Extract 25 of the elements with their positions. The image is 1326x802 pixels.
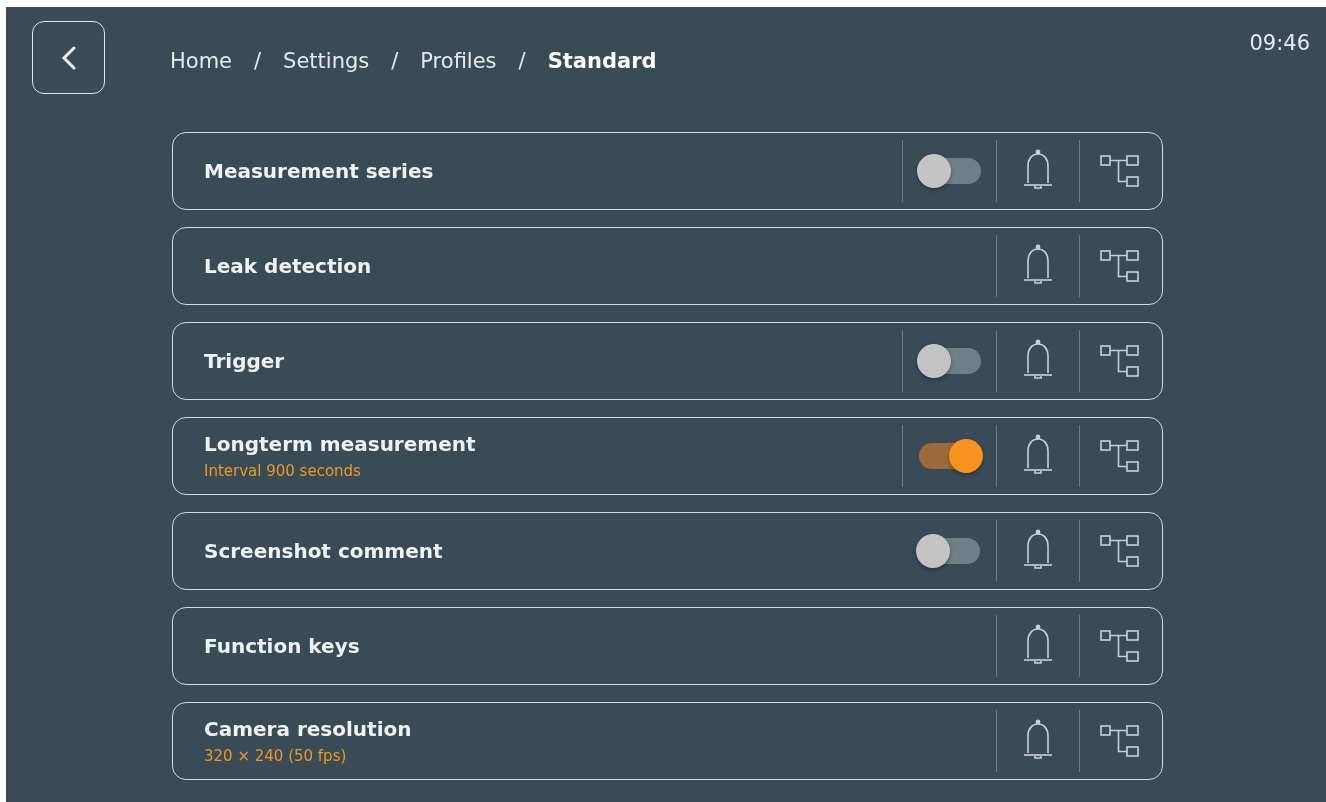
settings-row[interactable]: Trigger	[172, 322, 1163, 400]
settings-row[interactable]: Function keys	[172, 607, 1163, 685]
row-title: Longterm measurement	[204, 432, 477, 456]
settings-row[interactable]: Longterm measurement Interval 900 seconds	[172, 417, 1163, 495]
settings-row[interactable]: Measurement series	[172, 132, 1163, 210]
settings-row[interactable]: Screenshot comment	[172, 512, 1163, 590]
breadcrumb-separator: /	[518, 48, 526, 73]
row-title: Camera resolution	[204, 717, 413, 741]
row-subtitle: 320 × 240 (50 fps)	[204, 747, 348, 765]
breadcrumb-link[interactable]: Profiles	[420, 48, 497, 73]
back-button[interactable]	[32, 21, 105, 94]
row-title: Leak detection	[204, 254, 373, 278]
breadcrumb-link[interactable]: Home	[170, 48, 232, 73]
row-title: Measurement series	[204, 159, 435, 183]
row-subtitle: Interval 900 seconds	[204, 462, 362, 480]
breadcrumb-current: Standard	[547, 48, 657, 73]
settings-row[interactable]: Leak detection	[172, 227, 1163, 305]
breadcrumb-separator: /	[254, 48, 262, 73]
breadcrumb-link[interactable]: Settings	[283, 48, 370, 73]
row-title: Function keys	[204, 634, 361, 658]
row-title: Screenshot comment	[204, 539, 444, 563]
row-title: Trigger	[204, 349, 286, 373]
settings-row[interactable]: Camera resolution 320 × 240 (50 fps)	[172, 702, 1163, 780]
breadcrumb-separator: /	[391, 48, 399, 73]
clock-time: 09:46	[1249, 31, 1310, 55]
